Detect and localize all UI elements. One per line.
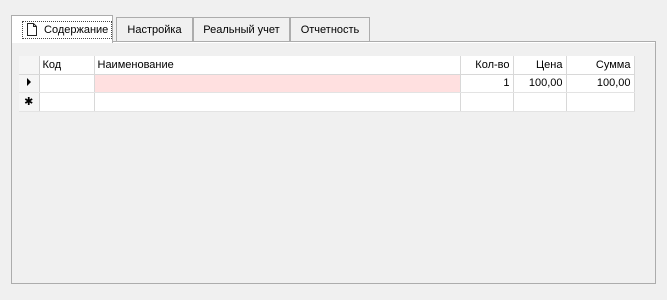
cell-price[interactable]: 100,00 (513, 74, 567, 93)
column-header-sum[interactable]: Сумма (566, 56, 635, 75)
document-icon (27, 23, 37, 36)
tab-content-label: Содержание (44, 23, 109, 36)
row-header[interactable] (19, 74, 40, 93)
new-row[interactable]: ✱ (19, 92, 635, 112)
column-header-code[interactable]: Код (39, 56, 95, 75)
new-cell-qty[interactable] (460, 92, 514, 112)
current-row-arrow-icon (26, 78, 31, 86)
tab-real-accounting-label: Реальный учет (203, 23, 280, 36)
cell-sum[interactable]: 100,00 (566, 74, 635, 93)
tab-content[interactable]: Содержание (11, 15, 113, 43)
new-cell-sum[interactable] (566, 92, 635, 112)
tab-settings[interactable]: Настройка (116, 17, 193, 41)
column-header-name[interactable]: Наименование (94, 56, 461, 75)
new-row-asterisk-icon[interactable]: ✱ (19, 92, 40, 112)
tab-real-accounting[interactable]: Реальный учет (193, 17, 290, 41)
column-header-price[interactable]: Цена (513, 56, 567, 75)
tab-settings-label: Настройка (127, 23, 182, 36)
new-cell-price[interactable] (513, 92, 567, 112)
column-header-qty[interactable]: Кол-во (460, 56, 514, 75)
new-cell-name[interactable] (94, 92, 461, 112)
grid-corner-cell[interactable] (19, 56, 40, 75)
cell-name[interactable] (94, 74, 461, 93)
grid-header-row: Код Наименование Кол-во Цена Сумма (19, 56, 635, 75)
cell-code[interactable] (39, 74, 95, 93)
cell-qty[interactable]: 1 (460, 74, 514, 93)
tab-page-content: Код Наименование Кол-во Цена Сумма 1 100… (11, 41, 656, 284)
table-row[interactable]: 1 100,00 100,00 (19, 74, 635, 93)
new-cell-code[interactable] (39, 92, 95, 112)
items-grid[interactable]: Код Наименование Кол-во Цена Сумма 1 100… (19, 56, 635, 112)
tab-reports-label: Отчетность (300, 23, 360, 36)
tab-focus-rect: Содержание (22, 20, 113, 39)
tab-reports[interactable]: Отчетность (290, 17, 370, 41)
